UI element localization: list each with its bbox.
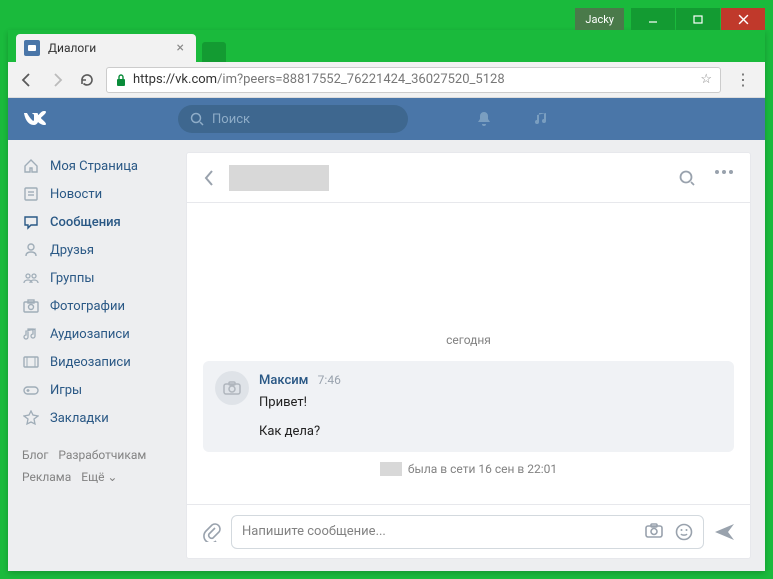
bookmarks-icon [22, 410, 40, 426]
sidebar-item-label: Группы [50, 271, 94, 286]
new-tab-button[interactable] [202, 42, 226, 62]
sidebar-item-label: Друзья [50, 243, 94, 258]
sidebar-item-groups[interactable]: Группы [22, 264, 172, 292]
attach-button[interactable] [201, 522, 221, 542]
browser-tab[interactable]: Диалоги × [16, 34, 196, 62]
groups-icon [22, 270, 40, 286]
camera-icon[interactable] [645, 523, 663, 541]
footer-link[interactable]: Разработчикам [58, 446, 146, 464]
nav-back-button[interactable] [16, 69, 38, 91]
message-text-line: Привет! [259, 393, 341, 413]
video-icon [22, 354, 40, 370]
dialog-panel: сегодня Максим 7:46 Привет! [186, 152, 751, 559]
sidebar-item-bookmarks[interactable]: Закладки [22, 404, 172, 432]
compose-placeholder: Напишите сообщение... [242, 524, 386, 539]
window-close-button[interactable] [721, 8, 765, 30]
messages-icon [22, 214, 40, 230]
address-bar[interactable]: https://vk.com/im?peers=88817552_7622142… [106, 67, 721, 93]
message-sender[interactable]: Максим [259, 373, 308, 388]
sidebar-item-label: Сообщения [50, 215, 121, 230]
tab-title: Диалоги [48, 41, 96, 55]
sidebar-item-audio[interactable]: Аудиозаписи [22, 320, 172, 348]
sidebar-item-photos[interactable]: Фотографии [22, 292, 172, 320]
sidebar-item-friends[interactable]: Друзья [22, 236, 172, 264]
news-icon [22, 186, 40, 202]
status-text: была в сети 16 сен в 22:01 [408, 462, 557, 476]
send-button[interactable] [714, 522, 736, 542]
photos-icon [22, 298, 40, 314]
message-row[interactable]: Максим 7:46 Привет! Как дела? [203, 361, 734, 452]
window-maximize-button[interactable] [676, 8, 720, 30]
music-icon[interactable] [533, 110, 551, 128]
status-avatar-placeholder [380, 462, 402, 476]
sidebar: Моя Страница Новости Сообщения Друзья Группы… [22, 152, 172, 559]
vk-search-input[interactable]: Поиск [178, 105, 408, 133]
footer-link[interactable]: Ещё ⌄ [81, 468, 117, 486]
sidebar-item-messages[interactable]: Сообщения [22, 208, 172, 236]
search-placeholder: Поиск [212, 112, 250, 127]
tab-favicon-icon [24, 40, 40, 56]
sidebar-item-label: Фотографии [50, 299, 125, 314]
sidebar-item-label: Видеозаписи [50, 355, 131, 370]
sidebar-item-label: Новости [50, 187, 102, 202]
audio-icon [22, 326, 40, 342]
vk-logo-icon[interactable] [22, 111, 54, 127]
home-icon [22, 158, 40, 174]
nav-forward-button[interactable] [46, 69, 68, 91]
dialog-more-button[interactable] [714, 169, 734, 187]
dialog-peer-name-placeholder [229, 165, 329, 191]
friends-icon [22, 242, 40, 258]
games-icon [22, 382, 40, 398]
sidebar-item-label: Игры [50, 383, 82, 398]
sidebar-item-video[interactable]: Видеозаписи [22, 348, 172, 376]
nav-reload-button[interactable] [76, 69, 98, 91]
sidebar-item-home[interactable]: Моя Страница [22, 152, 172, 180]
compose-input[interactable]: Напишите сообщение... [231, 515, 704, 549]
footer-link[interactable]: Блог [22, 446, 48, 464]
sidebar-item-news[interactable]: Новости [22, 180, 172, 208]
sidebar-footer: Блог Разработчикам Реклама Ещё ⌄ [22, 446, 172, 486]
tab-strip: Диалоги × [8, 30, 765, 62]
sidebar-item-label: Аудиозаписи [50, 327, 130, 342]
lock-icon [115, 73, 127, 87]
footer-link[interactable]: Реклама [22, 468, 71, 486]
bookmark-star-button[interactable]: ☆ [700, 72, 712, 87]
notifications-icon[interactable] [475, 110, 493, 128]
profile-badge: Jacky [575, 8, 624, 30]
tab-close-button[interactable]: × [173, 40, 188, 56]
sidebar-item-label: Моя Страница [50, 159, 138, 174]
last-seen-status: была в сети 16 сен в 22:01 [203, 462, 734, 476]
dialog-back-button[interactable] [203, 169, 215, 187]
url-path: /im?peers=88817552_76221424_36027520_512… [217, 72, 505, 87]
dialog-search-button[interactable] [678, 169, 696, 187]
url-host: https://vk.com [133, 72, 217, 87]
message-time: 7:46 [318, 373, 341, 387]
search-icon [190, 112, 204, 126]
avatar-placeholder-icon [215, 371, 249, 405]
sidebar-item-label: Закладки [50, 411, 109, 426]
vk-topbar: Поиск [8, 98, 765, 140]
emoji-icon[interactable] [675, 523, 693, 541]
window-minimize-button[interactable] [631, 8, 675, 30]
date-separator: сегодня [203, 333, 734, 347]
message-text-line: Как дела? [259, 422, 341, 442]
sidebar-item-games[interactable]: Игры [22, 376, 172, 404]
browser-menu-button[interactable]: ⋮ [729, 70, 757, 89]
